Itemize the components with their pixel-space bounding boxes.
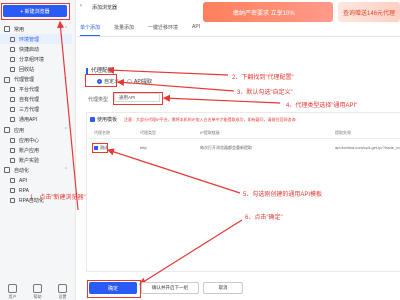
arrow-6 <box>138 219 243 285</box>
arrow-1 <box>56 20 79 211</box>
annotation-4: 4、代理类型选择"通用API" <box>286 103 358 109</box>
confirm-next-button[interactable]: 确认并开启下一组 <box>141 282 199 294</box>
confirm-button[interactable]: 确定 <box>89 282 137 294</box>
arrow-4 <box>162 94 281 104</box>
arrow-5 <box>106 148 241 194</box>
annotation-1: 1、点击"新建浏览器" <box>30 195 86 201</box>
annotation-5: 5、勾选刚创建的通用API模板 <box>243 192 323 198</box>
annotation-6: 6、点击"确定" <box>245 215 283 221</box>
annotation-arrows <box>56 20 281 285</box>
annotation-3: 3、默认勾选"自定义" <box>237 90 293 96</box>
arrow-3 <box>116 78 235 92</box>
annotation-2: 2、下翻找到"代理配置" <box>232 75 294 81</box>
arrow-2 <box>106 66 229 76</box>
cancel-button[interactable]: 取消 <box>203 282 243 294</box>
